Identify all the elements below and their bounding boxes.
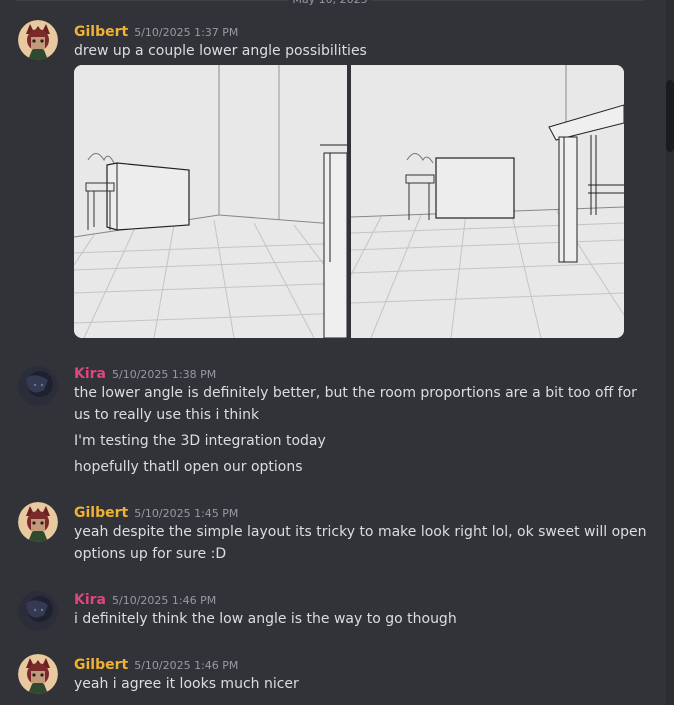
message: Gilbert 5/10/2025 1:45 PM yeah despite th…	[0, 500, 660, 572]
message-text: I'm testing the 3D integration today	[74, 433, 326, 449]
message-text: hopefully thatll open our options	[74, 459, 303, 475]
message-text: the lower angle is definitely better, bu…	[74, 385, 637, 401]
scrollbar-thumb[interactable]	[666, 80, 674, 152]
message: Kira 5/10/2025 1:38 PM the lower angle is…	[0, 360, 660, 490]
avatar-gilbert[interactable]	[18, 654, 58, 694]
author-name[interactable]: Gilbert	[74, 24, 128, 40]
message-text: yeah i agree it looks much nicer	[74, 676, 299, 692]
message-text: us to really use this i think	[74, 407, 260, 423]
timestamp: 5/10/2025 1:37 PM	[134, 26, 239, 39]
message: Gilbert 5/10/2025 1:46 PM yeah i agree it…	[0, 652, 660, 705]
avatar-kira[interactable]	[18, 366, 58, 406]
timestamp: 5/10/2025 1:46 PM	[134, 659, 239, 672]
sketch-image-2[interactable]	[350, 65, 624, 338]
avatar-gilbert[interactable]	[18, 20, 58, 60]
message: Kira 5/10/2025 1:46 PM i definitely think…	[0, 587, 660, 637]
message-text: yeah despite the simple layout its trick…	[74, 524, 647, 540]
avatar-gilbert[interactable]	[18, 502, 58, 542]
message-header: Kira 5/10/2025 1:46 PM	[74, 589, 216, 608]
message-text: options up for sure :D	[74, 546, 227, 562]
message-header: Gilbert 5/10/2025 1:37 PM	[74, 21, 238, 40]
image-attachments	[74, 65, 624, 338]
timestamp: 5/10/2025 1:45 PM	[134, 507, 239, 520]
message-header: Gilbert 5/10/2025 1:46 PM	[74, 654, 238, 673]
timestamp: 5/10/2025 1:46 PM	[112, 594, 217, 607]
avatar-kira[interactable]	[18, 591, 58, 631]
message-text: i definitely think the low angle is the …	[74, 611, 457, 627]
author-name[interactable]: Gilbert	[74, 657, 128, 673]
sketch-image-1[interactable]	[74, 65, 348, 338]
message-header: Kira 5/10/2025 1:38 PM	[74, 363, 216, 382]
message-header: Gilbert 5/10/2025 1:45 PM	[74, 502, 238, 521]
author-name[interactable]: Kira	[74, 366, 106, 382]
author-name[interactable]: Kira	[74, 592, 106, 608]
author-name[interactable]: Gilbert	[74, 505, 128, 521]
message: Gilbert 5/10/2025 1:37 PM drew up a coupl…	[0, 0, 660, 345]
message-text: drew up a couple lower angle possibiliti…	[74, 43, 367, 59]
timestamp: 5/10/2025 1:38 PM	[112, 368, 217, 381]
